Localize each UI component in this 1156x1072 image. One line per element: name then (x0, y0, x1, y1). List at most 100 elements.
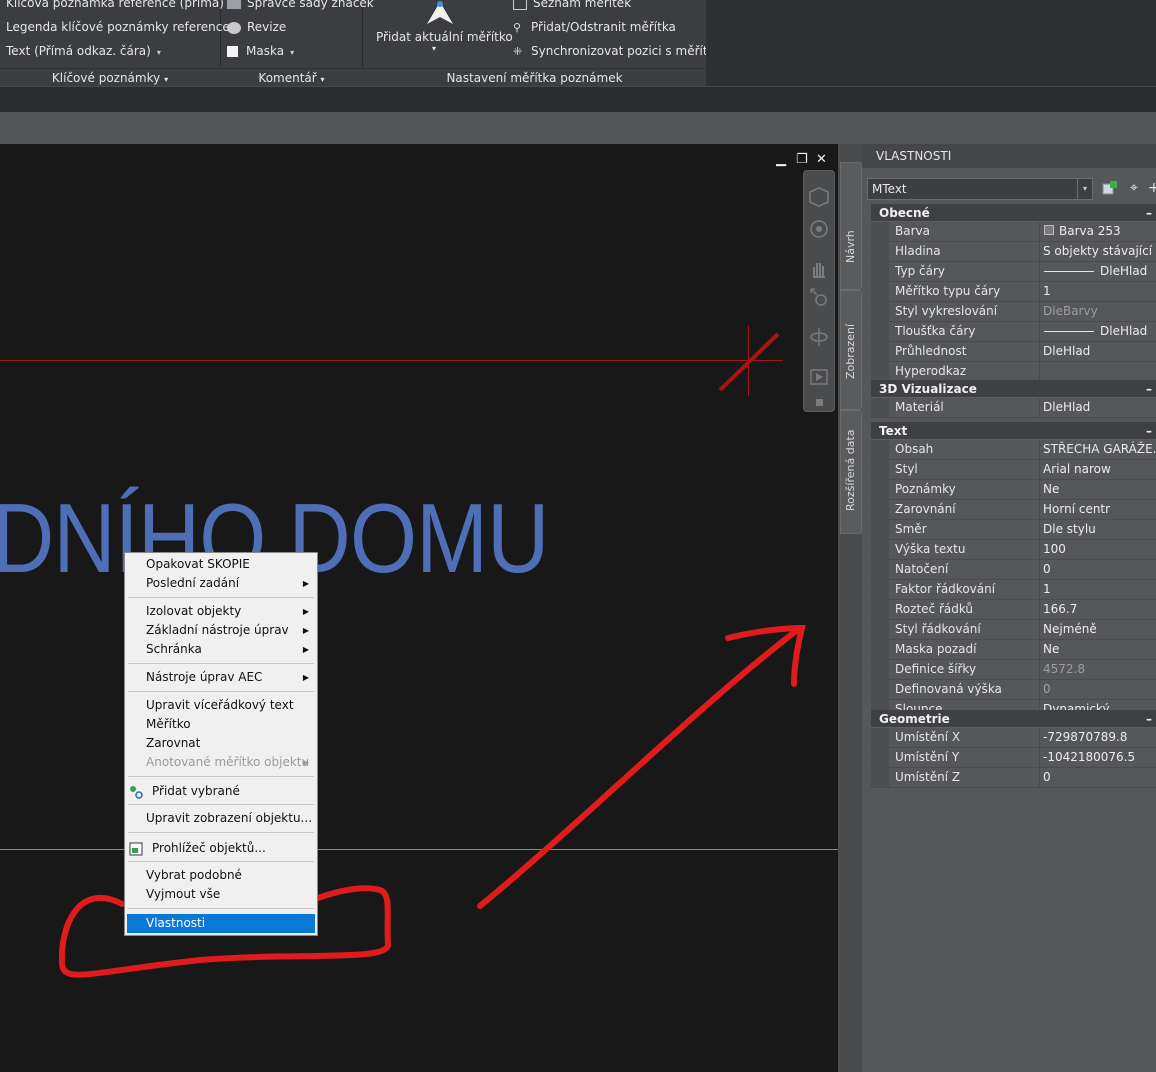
property-row[interactable]: Hyperodkaz (871, 362, 1156, 382)
property-row[interactable]: Směr Dle stylu (871, 520, 1156, 540)
menu-add-selected[interactable]: Přidat vybrané (125, 782, 317, 801)
property-value[interactable]: -1042180076.5 (1039, 748, 1156, 767)
property-row[interactable]: Typ čáry DleHlad (871, 262, 1156, 282)
property-value[interactable]: 0 (1039, 680, 1156, 699)
property-row[interactable]: Umístění Z 0 (871, 768, 1156, 788)
property-value[interactable]: S objekty stávající (1039, 242, 1156, 261)
property-value[interactable]: -729870789.8 (1039, 728, 1156, 747)
property-value[interactable]: 0 (1039, 560, 1156, 579)
menu-aec-modify-tools[interactable]: Nástroje úprav AEC ▶ (125, 668, 317, 687)
full-navigation-wheel-icon[interactable] (809, 219, 829, 239)
scale-list-button[interactable]: Seznam měřítek (513, 0, 631, 10)
property-row[interactable]: Umístění Y -1042180076.5 (871, 748, 1156, 768)
property-value[interactable]: 0 (1039, 768, 1156, 787)
menu-edit-mtext[interactable]: Upravit víceřádkový text (125, 696, 317, 715)
panel-label-annotation-scale[interactable]: Nastavení měřítka poznámek (363, 68, 706, 87)
quick-select-icon[interactable]: + (1148, 180, 1156, 196)
property-row[interactable]: Maska pozadí Ne (871, 640, 1156, 660)
keynote-legend-button[interactable]: Legenda klíčové poznámky reference▾ (6, 20, 240, 34)
property-row[interactable]: Definovaná výška 0 (871, 680, 1156, 700)
property-value[interactable]: 100 (1039, 540, 1156, 559)
menu-recent-input[interactable]: Poslední zadání ▶ (125, 574, 317, 593)
property-row[interactable]: Barva Barva 253 (871, 222, 1156, 242)
menu-basic-modify-tools[interactable]: Základní nástroje úprav ▶ (125, 621, 317, 640)
revision-button[interactable]: Revize (227, 20, 286, 34)
add-remove-scales-button[interactable]: ⚲ Přidat/Odstranit měřítka (513, 20, 676, 34)
menu-justify[interactable]: Zarovnat (125, 734, 317, 753)
menu-properties[interactable]: Vlastnosti (127, 914, 315, 933)
text-leader-button[interactable]: Text (Přímá odkaz. čára) ▾ (6, 44, 161, 58)
navbar-options-icon[interactable] (816, 399, 823, 406)
property-row[interactable]: Měřítko typu čáry 1 (871, 282, 1156, 302)
property-row[interactable]: Natočení 0 (871, 560, 1156, 580)
zoom-extents-icon[interactable] (809, 287, 829, 309)
collapse-icon[interactable]: – (1146, 422, 1152, 440)
property-row[interactable]: Faktor řádkování 1 (871, 580, 1156, 600)
property-row[interactable]: Poznámky Ne (871, 480, 1156, 500)
property-value[interactable]: Horní centr (1039, 500, 1156, 519)
select-objects-icon[interactable]: ⌖ (1126, 180, 1142, 196)
property-row[interactable]: Styl Arial narow (871, 460, 1156, 480)
collapse-icon[interactable]: – (1146, 710, 1152, 728)
add-current-scale-button[interactable]: Přidat aktuální měřítko ▾ (369, 0, 513, 66)
menu-deselect-all[interactable]: Vyjmout vše (125, 885, 317, 904)
object-type-select[interactable]: MText ▾ (867, 178, 1093, 200)
property-value[interactable]: 166.7 (1039, 600, 1156, 619)
menu-object-viewer[interactable]: Prohlížeč objektů... (125, 839, 317, 858)
property-row[interactable]: Rozteč řádků 166.7 (871, 600, 1156, 620)
property-row[interactable]: Styl vykreslování DleBarvy (871, 302, 1156, 322)
panel-label-keynotes[interactable]: Klíčové poznámky ▾ (0, 68, 220, 87)
property-value[interactable]: Barva 253 (1039, 222, 1156, 241)
showmotion-icon[interactable] (810, 369, 828, 385)
property-value[interactable]: DleBarvy (1039, 302, 1156, 321)
menu-clipboard[interactable]: Schránka ▶ (125, 640, 317, 659)
add-selection-icon[interactable] (1102, 180, 1118, 196)
property-row[interactable]: Tloušťka čáry DleHlad (871, 322, 1156, 342)
collapse-icon[interactable]: – (1146, 380, 1152, 398)
property-row[interactable]: Hladina S objekty stávající (871, 242, 1156, 262)
property-row[interactable]: Definice šířky 4572.8 (871, 660, 1156, 680)
property-row[interactable]: Průhlednost DleHlad (871, 342, 1156, 362)
markup-manager-button[interactable]: Správce sady značek (227, 0, 374, 10)
section-header[interactable]: 3D Vizualizace – (871, 380, 1156, 398)
property-value[interactable]: 1 (1039, 282, 1156, 301)
menu-repeat-copy[interactable]: Opakovat SKOPIE (125, 555, 317, 574)
property-value[interactable]: Ne (1039, 640, 1156, 659)
property-value[interactable]: 1 (1039, 580, 1156, 599)
keynote-reference-button[interactable]: Klíčová poznámka reference (přímá)▾ (6, 0, 234, 10)
property-value[interactable]: Nejméně (1039, 620, 1156, 639)
property-value[interactable]: DleHlad (1039, 322, 1156, 341)
property-row[interactable]: Styl řádkování Nejméně (871, 620, 1156, 640)
collapse-icon[interactable]: – (1146, 204, 1152, 222)
property-value[interactable]: DleHlad (1039, 262, 1156, 281)
panel-label-comment[interactable]: Komentář ▾ (221, 68, 362, 87)
menu-isolate-objects[interactable]: Izolovat objekty ▶ (125, 602, 317, 621)
property-value[interactable]: Ne (1039, 480, 1156, 499)
tab-extended-data[interactable]: Rozšířená data (840, 410, 862, 534)
property-value[interactable]: Dle stylu (1039, 520, 1156, 539)
property-value[interactable]: Arial narow (1039, 460, 1156, 479)
menu-scale[interactable]: Měřítko (125, 715, 317, 734)
property-row[interactable]: Výška textu 100 (871, 540, 1156, 560)
property-row[interactable]: Umístění X -729870789.8 (871, 728, 1156, 748)
tab-design[interactable]: Návrh (840, 162, 862, 290)
section-header[interactable]: Obecné – (871, 204, 1156, 222)
section-header[interactable]: Geometrie – (871, 710, 1156, 728)
menu-edit-object-display[interactable]: Upravit zobrazení objektu... (125, 809, 317, 828)
property-row[interactable]: Obsah STŘECHA GARÁŽE... (871, 440, 1156, 460)
property-row[interactable]: Materiál DleHlad (871, 398, 1156, 418)
property-value[interactable]: 4572.8 (1039, 660, 1156, 679)
menu-select-similar[interactable]: Vybrat podobné (125, 866, 317, 885)
wipeout-button[interactable]: Maska ▾ (227, 44, 294, 58)
menu-annotative-object-scale[interactable]: Anotované měřítko objektu ▶ (125, 753, 317, 772)
orbit-icon[interactable] (809, 327, 829, 347)
pan-hand-icon[interactable] (809, 259, 829, 279)
section-header[interactable]: Text – (871, 422, 1156, 440)
property-value[interactable]: DleHlad (1039, 398, 1156, 417)
property-row[interactable]: Zarovnání Horní centr (871, 500, 1156, 520)
sync-scale-positions-button[interactable]: ⁜ Synchronizovat pozici s měřítky (513, 44, 721, 58)
property-value[interactable] (1039, 362, 1156, 381)
tab-display[interactable]: Zobrazení (840, 290, 862, 410)
property-value[interactable]: DleHlad (1039, 342, 1156, 361)
steering-wheel-icon[interactable] (809, 187, 829, 207)
